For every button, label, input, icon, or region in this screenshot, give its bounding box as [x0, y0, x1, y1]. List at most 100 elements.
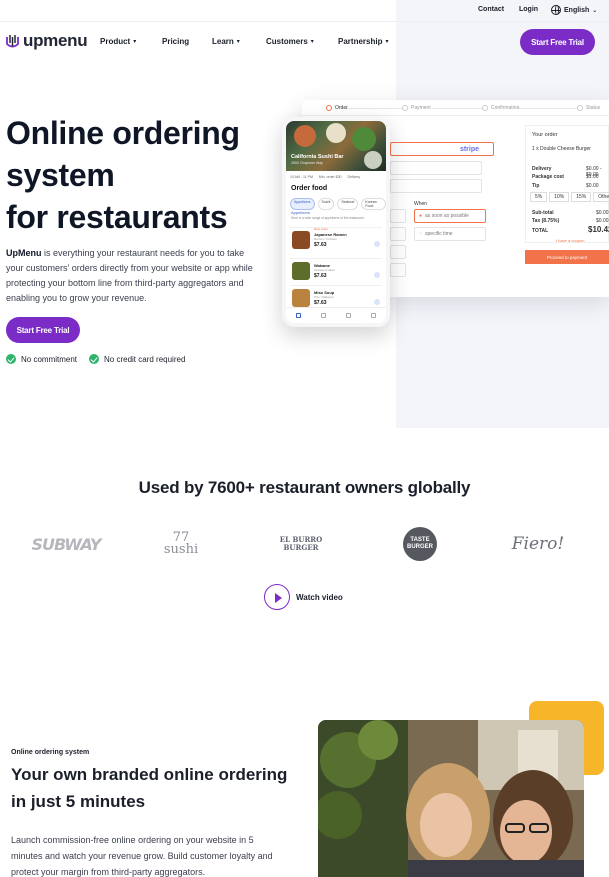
nav-item-learn[interactable]: Learn ▾ [212, 37, 240, 46]
tab-sushi[interactable]: Sushi [317, 198, 335, 210]
menu-item-image [292, 231, 310, 249]
customer-logos: SUBWAY 77 sushi EL BURRO BURGER TASTE BU… [0, 520, 609, 568]
form-field[interactable] [390, 227, 406, 241]
menu-item[interactable]: Best seller Japanese Ramen Ramen / Chick… [290, 227, 382, 251]
social-proof-title: Used by 7600+ restaurant owners globally [138, 478, 471, 497]
nav-start-trial-button[interactable]: Start Free Trial [520, 29, 595, 55]
benefit-item: No credit card required [89, 354, 185, 364]
feature-title: Your own branded online ordering in just… [11, 765, 288, 811]
order-row-value: $0.00 [586, 183, 599, 189]
step-connector [517, 108, 577, 109]
order-food-heading: Order food [291, 185, 328, 192]
dish-image [352, 127, 376, 151]
contact-link[interactable]: Contact [478, 6, 504, 13]
payment-method-stripe[interactable]: stripe [390, 142, 494, 156]
step-dot-icon [482, 105, 488, 111]
tip-option[interactable]: Other [593, 192, 609, 202]
login-link[interactable]: Login [519, 6, 538, 13]
dish-image [326, 123, 346, 143]
step-dot-icon [402, 105, 408, 111]
order-title: Your order [532, 132, 558, 138]
add-to-cart-icon[interactable] [374, 299, 380, 305]
menu-item-desc: Seaweed salad [314, 268, 335, 272]
form-field[interactable] [390, 245, 406, 259]
tip-option[interactable]: 5% [530, 192, 548, 202]
brand-name: UpMenu [6, 248, 42, 258]
chevron-down-icon: ▾ [236, 39, 240, 45]
proceed-to-payment-button[interactable]: Proceed to payment [525, 250, 609, 264]
checkout-steps: Order Payment Confirmation Status [302, 100, 609, 116]
step-label: Payment [411, 105, 431, 111]
watch-video-button[interactable]: Watch video [264, 584, 343, 610]
categories-icon[interactable] [321, 313, 326, 318]
subtotal-value: $0.00 [596, 210, 609, 216]
step-confirmation: Confirmation [482, 105, 519, 111]
tax-value: $0.00 [596, 218, 609, 224]
language-label: English [564, 6, 590, 14]
form-field[interactable] [390, 263, 406, 277]
taste-burger-badge: TASTE BURGER [403, 527, 437, 561]
tip-options: 5% 10% 15% Other [530, 192, 609, 202]
add-to-cart-icon[interactable] [374, 272, 380, 278]
nav-item-product[interactable]: Product ▾ [100, 37, 136, 46]
coupon-link[interactable]: I have a coupon [556, 238, 584, 243]
language-selector[interactable]: English ⌄ [551, 5, 597, 15]
step-label: Status [586, 105, 601, 111]
tab-korean-food[interactable]: Korean Food [361, 198, 386, 210]
payment-field[interactable] [390, 179, 482, 193]
menu-item[interactable]: Miso Soup Tofu / Wakame $7.63 [290, 285, 382, 309]
option-label: as soon as possible [425, 213, 469, 219]
menu-item[interactable]: Wakame Seaweed salad $7.63 [290, 258, 382, 282]
order-row-label: Delivery [532, 166, 552, 172]
tip-option[interactable]: 15% [571, 192, 592, 202]
when-specific-option[interactable]: ○ specific time [414, 227, 486, 241]
hero-start-trial-button[interactable]: Start Free Trial [6, 317, 80, 343]
form-field[interactable] [390, 209, 406, 223]
couple-photo [318, 720, 584, 877]
nav-item-pricing[interactable]: Pricing [162, 37, 189, 46]
restaurant-name: California Sushi Bar [291, 154, 344, 160]
step-status: Status [577, 105, 600, 111]
hero-description-text: is everything your restaurant needs for … [6, 248, 253, 303]
radio-selected-icon: ● [419, 213, 423, 219]
step-payment: Payment [402, 105, 431, 111]
add-to-cart-icon[interactable] [374, 241, 380, 247]
step-label: Order [335, 105, 348, 111]
home-icon[interactable] [296, 313, 301, 318]
utility-bar: Contact Login English ⌄ [0, 0, 609, 22]
step-connector [432, 108, 482, 109]
dish-image [294, 125, 316, 147]
menu-item-badge: Best seller [314, 227, 329, 231]
menu-item-price: $7.63 [314, 242, 327, 248]
check-circle-icon [89, 354, 100, 364]
section-description: Here is a wide range of appetizers of th… [291, 216, 365, 220]
menu-item-price: $7.63 [314, 300, 327, 306]
upmenu-logo[interactable]: upmenu [6, 31, 88, 51]
step-dot-icon [326, 105, 332, 111]
check-circle-icon [6, 354, 16, 364]
chevron-down-icon: ▾ [385, 39, 389, 45]
section-title: Appetizers [291, 210, 310, 215]
more-icon[interactable] [371, 313, 376, 318]
tab-appetizers[interactable]: Appetizers [290, 198, 315, 210]
orders-icon[interactable] [346, 313, 351, 318]
nav-item-label: Partnership [338, 37, 383, 46]
when-asap-option[interactable]: ● as soon as possible [414, 209, 486, 223]
category-tabs: Appetizers Sushi Seafood Korean Food [290, 198, 386, 210]
fiero-logo: Fiero! [511, 534, 565, 554]
nav-item-partnership[interactable]: Partnership ▾ [338, 37, 388, 46]
nav-item-customers[interactable]: Customers ▾ [266, 37, 314, 46]
subway-logo: SUBWAY [31, 534, 101, 554]
step-connector [342, 108, 402, 109]
tip-option[interactable]: 10% [549, 192, 570, 202]
logo-mark-icon [6, 34, 19, 47]
restaurant-address: 2500 Chapman Way [291, 161, 323, 165]
benefit-item: No commitment [6, 354, 77, 364]
tab-seafood[interactable]: Seafood [337, 198, 359, 210]
watch-video-label: Watch video [296, 592, 343, 602]
taste-burger-logo: TASTE BURGER [400, 520, 440, 568]
total-value: $10.42 [588, 225, 609, 234]
nav-item-label: Product [100, 37, 131, 46]
stripe-logo: stripe [459, 146, 479, 153]
payment-field[interactable] [390, 161, 482, 175]
